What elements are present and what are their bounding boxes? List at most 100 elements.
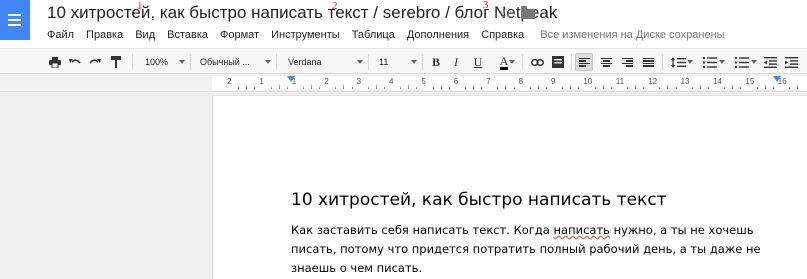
ruler-number: 2 <box>324 77 329 86</box>
menu-table[interactable]: Таблица <box>352 29 395 41</box>
bulleted-list-button[interactable] <box>729 49 757 75</box>
docs-home-icon[interactable] <box>0 0 30 40</box>
header: 10 хитростей, как быстро написать текст … <box>0 0 807 48</box>
align-justify-icon <box>642 57 654 67</box>
zoom-select[interactable]: 100% <box>138 49 188 75</box>
font-size-select[interactable]: 11 <box>372 49 420 75</box>
font-select[interactable]: Verdana <box>280 49 366 75</box>
align-justify-button[interactable] <box>639 49 657 75</box>
ruler-tick <box>724 87 726 89</box>
menu-insert[interactable]: Вставка <box>167 29 208 41</box>
ruler-tick <box>545 87 547 89</box>
italic-button[interactable]: I <box>448 49 464 75</box>
underline-label: U <box>473 54 483 69</box>
paragraph-text-start: Как заставить себя написать текст. Когда <box>291 223 554 237</box>
ruler-tick <box>626 87 628 89</box>
document-canvas: 10 хитростей, как быстро написать текст … <box>0 92 807 279</box>
paint-format-icon[interactable] <box>108 49 124 75</box>
ruler-tick <box>570 85 572 89</box>
ruler-number: 4 <box>389 77 394 86</box>
ruler-tick <box>383 87 385 89</box>
ruler-tick <box>440 85 442 89</box>
ruler-tick <box>432 87 434 89</box>
ruler-tick <box>400 87 402 89</box>
ruler-tick <box>529 87 531 89</box>
align-center-button[interactable] <box>597 49 615 75</box>
paragraph-style-select[interactable]: Обычный ... <box>194 49 274 75</box>
align-right-button[interactable] <box>618 49 636 75</box>
ruler-tick <box>699 85 701 89</box>
undo-icon[interactable] <box>66 49 84 75</box>
ruler-tick <box>286 87 288 89</box>
menu-file[interactable]: Файл <box>47 29 74 41</box>
ruler-tick <box>643 87 645 89</box>
document-heading[interactable]: 10 хитростей, как быстро написать текст <box>291 190 667 210</box>
redo-icon[interactable] <box>86 49 104 75</box>
comment-icon[interactable] <box>550 49 566 75</box>
text-color-button[interactable]: A <box>492 49 516 75</box>
chevron-down-icon <box>179 60 185 64</box>
bold-button[interactable]: B <box>428 49 444 75</box>
document-title[interactable]: 10 хитростей, как быстро написать текст … <box>47 3 557 23</box>
chevron-down-icon <box>265 60 271 64</box>
spellcheck-word[interactable]: написать <box>554 223 610 237</box>
ruler-number: 14 <box>713 77 722 86</box>
align-left-button[interactable] <box>575 53 593 71</box>
underline-button[interactable]: U <box>470 49 486 75</box>
menu-addons[interactable]: Дополнения <box>407 29 469 41</box>
star-icon[interactable]: ☆ <box>499 4 512 22</box>
ruler-tick <box>764 85 766 89</box>
menu-view[interactable]: Вид <box>135 29 155 41</box>
bold-label: B <box>431 54 440 69</box>
ruler-number: 13 <box>680 77 690 86</box>
ruler-tick <box>254 87 256 89</box>
ruler-number: 1 <box>259 77 264 86</box>
ruler-tick <box>797 85 798 89</box>
print-icon[interactable] <box>46 49 64 75</box>
annotation-marker-1: 1 <box>137 0 143 12</box>
ruler-tick <box>756 87 758 89</box>
ruler: 2 1 1 2 3 4 5 6 7 8 9 10 11 12 13 14 15 16 <box>0 74 807 92</box>
ruler-number: 10 <box>583 77 593 86</box>
ruler-tick <box>675 87 677 89</box>
menu-bar: Файл Правка Вид Вставка Формат Инструмен… <box>47 28 725 42</box>
right-indent-marker[interactable] <box>773 76 781 82</box>
ruler-tick <box>610 87 612 89</box>
ruler-tick <box>659 87 661 89</box>
align-left-icon <box>578 57 590 67</box>
ruler-tick <box>497 87 499 89</box>
ruler-tick <box>505 85 507 89</box>
ruler-tick <box>448 87 450 89</box>
left-indent-marker[interactable] <box>287 76 295 82</box>
menu-format[interactable]: Формат <box>220 29 259 41</box>
ruler-tick <box>667 85 669 89</box>
ruler-tick <box>367 87 369 89</box>
menu-help[interactable]: Справка <box>481 29 524 41</box>
ruler-tick <box>537 85 539 89</box>
numbered-list-button[interactable] <box>697 49 725 75</box>
ruler-tick <box>635 85 636 89</box>
ruler-tick <box>691 87 693 89</box>
folder-icon[interactable] <box>521 6 535 19</box>
ruler-tick <box>319 87 321 89</box>
ruler-number: 9 <box>551 77 556 86</box>
document-page[interactable]: 10 хитростей, как быстро написать текст … <box>212 95 807 279</box>
zoom-value: 100% <box>145 57 169 67</box>
menu-tools[interactable]: Инструменты <box>271 29 340 41</box>
ruler-tick <box>707 87 709 89</box>
ruler-tick <box>238 87 240 89</box>
ruler-tick <box>594 87 596 89</box>
increase-indent-icon[interactable] <box>782 49 800 75</box>
ruler-number: 5 <box>421 77 426 86</box>
ruler-tick <box>740 87 742 89</box>
document-paragraph[interactable]: Как заставить себя написать текст. Когда… <box>291 221 791 278</box>
link-icon[interactable] <box>528 49 546 75</box>
menu-edit[interactable]: Правка <box>86 29 123 41</box>
line-spacing-button[interactable] <box>667 49 693 75</box>
ruler-tick <box>408 85 410 89</box>
chevron-down-icon <box>719 60 725 64</box>
decrease-indent-icon[interactable] <box>761 49 779 75</box>
ruler-number: 3 <box>356 77 362 86</box>
font-value: Verdana <box>288 57 322 67</box>
ruler-tick <box>278 85 280 89</box>
